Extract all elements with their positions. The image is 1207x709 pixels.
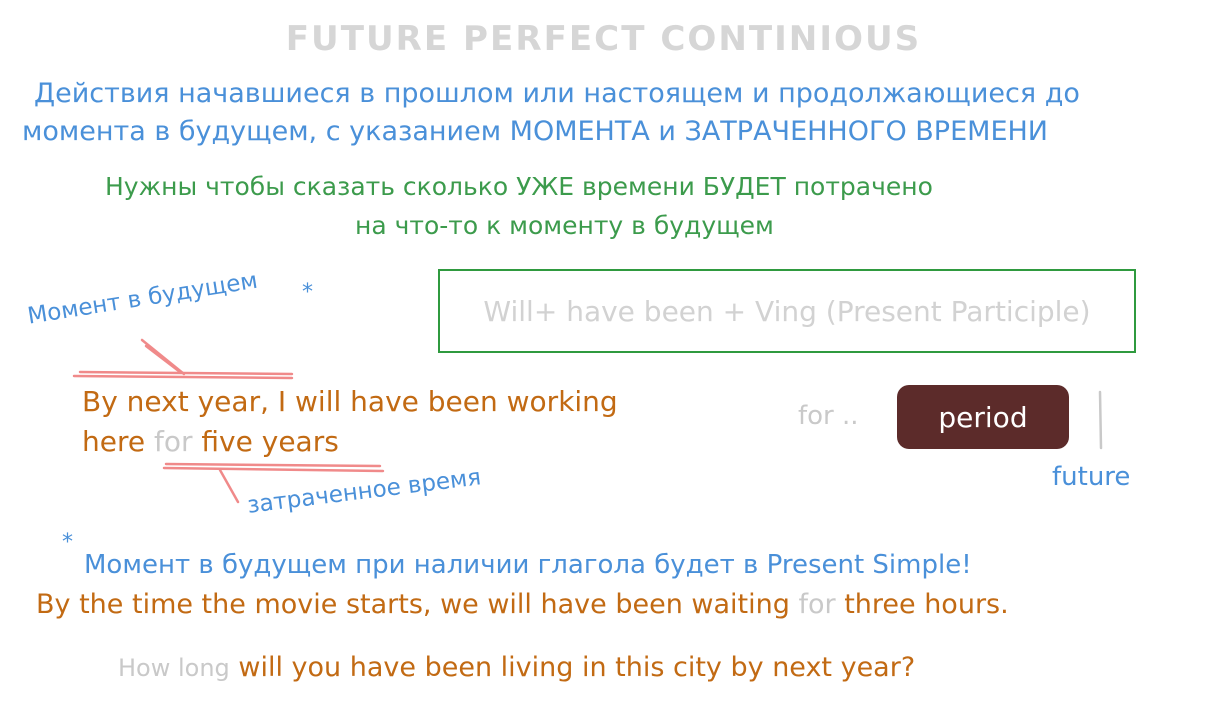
moment-underline [72, 374, 294, 380]
moment-underline-2 [78, 370, 294, 376]
example2-duration: three hours. [844, 589, 1009, 620]
example3-question: will you have been living in this city b… [238, 652, 916, 683]
example2-main: By the time the movie starts, we will ha… [36, 589, 790, 620]
for-dots-label: for .. [798, 401, 859, 431]
time-underline-2 [164, 462, 382, 468]
time-underline [162, 466, 385, 473]
moment-pointer-line-2 [144, 344, 182, 374]
period-badge: period [897, 385, 1069, 449]
example3: How long will you have been living in th… [118, 654, 915, 681]
example1-line-2: here for five years [82, 428, 339, 456]
future-marker-line [1098, 390, 1103, 450]
example1-duration: five years [201, 425, 339, 458]
example2: By the time the movie starts, we will ha… [36, 591, 1009, 618]
future-label: future [1052, 462, 1131, 492]
note-asterisk: * [62, 530, 73, 555]
example1-for: for [154, 425, 193, 458]
example3-how-long: How long [118, 654, 230, 682]
example1-line-1: By next year, I will have been working [82, 385, 618, 418]
example1-here: here [82, 425, 146, 458]
note-text: Момент в будущем при наличии глагола буд… [84, 550, 972, 580]
time-pointer-line [218, 468, 240, 504]
example2-for: for [798, 589, 836, 620]
